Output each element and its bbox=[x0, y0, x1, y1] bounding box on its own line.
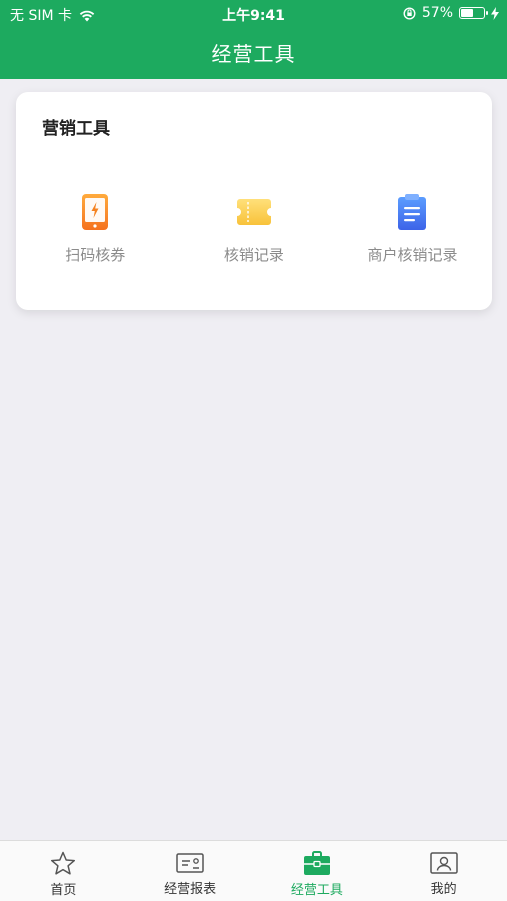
marketing-tools-card: 营销工具 扫码核券 核销记录 商户核销记录 bbox=[16, 92, 492, 310]
tab-home[interactable]: 首页 bbox=[0, 841, 127, 901]
tab-home-label: 首页 bbox=[50, 883, 77, 898]
report-icon bbox=[176, 853, 204, 873]
tab-tools-label: 经营工具 bbox=[290, 883, 343, 898]
tab-reports-label: 经营报表 bbox=[164, 882, 217, 897]
phone-scan-icon bbox=[75, 192, 115, 232]
ticket-icon bbox=[234, 192, 274, 232]
charging-bolt-icon bbox=[491, 6, 499, 20]
star-icon bbox=[51, 851, 76, 875]
status-right: 57% bbox=[403, 5, 499, 21]
profile-icon bbox=[429, 852, 458, 874]
tab-reports[interactable]: 经营报表 bbox=[127, 841, 254, 901]
battery-percent: 57% bbox=[421, 5, 453, 21]
card-title: 营销工具 bbox=[42, 119, 110, 139]
page-title: 经营工具 bbox=[211, 42, 296, 66]
toolbox-icon bbox=[303, 851, 330, 875]
scan-coupon-button[interactable]: 扫码核券 bbox=[16, 192, 175, 265]
tab-tools[interactable]: 经营工具 bbox=[254, 841, 381, 901]
merchant-redeem-records-label: 商户核销记录 bbox=[367, 246, 458, 264]
tools-grid: 扫码核券 核销记录 商户核销记录 bbox=[16, 192, 492, 265]
status-bar: 无 SIM 卡 上午9:41 57% bbox=[0, 0, 507, 28]
redeem-records-label: 核销记录 bbox=[223, 246, 284, 264]
top-bar: 无 SIM 卡 上午9:41 57% 经营工具 bbox=[0, 0, 507, 79]
redeem-records-button[interactable]: 核销记录 bbox=[175, 192, 334, 265]
tab-bar: 首页 经营报表 经营工具 我的 bbox=[0, 840, 507, 901]
document-icon bbox=[392, 192, 432, 232]
merchant-redeem-records-button[interactable]: 商户核销记录 bbox=[333, 192, 492, 265]
tab-mine-label: 我的 bbox=[430, 882, 457, 897]
battery-fill bbox=[461, 9, 473, 17]
orientation-lock-icon bbox=[403, 6, 416, 20]
scan-coupon-label: 扫码核券 bbox=[65, 246, 126, 264]
tab-mine[interactable]: 我的 bbox=[380, 841, 507, 901]
battery-icon bbox=[459, 7, 488, 19]
